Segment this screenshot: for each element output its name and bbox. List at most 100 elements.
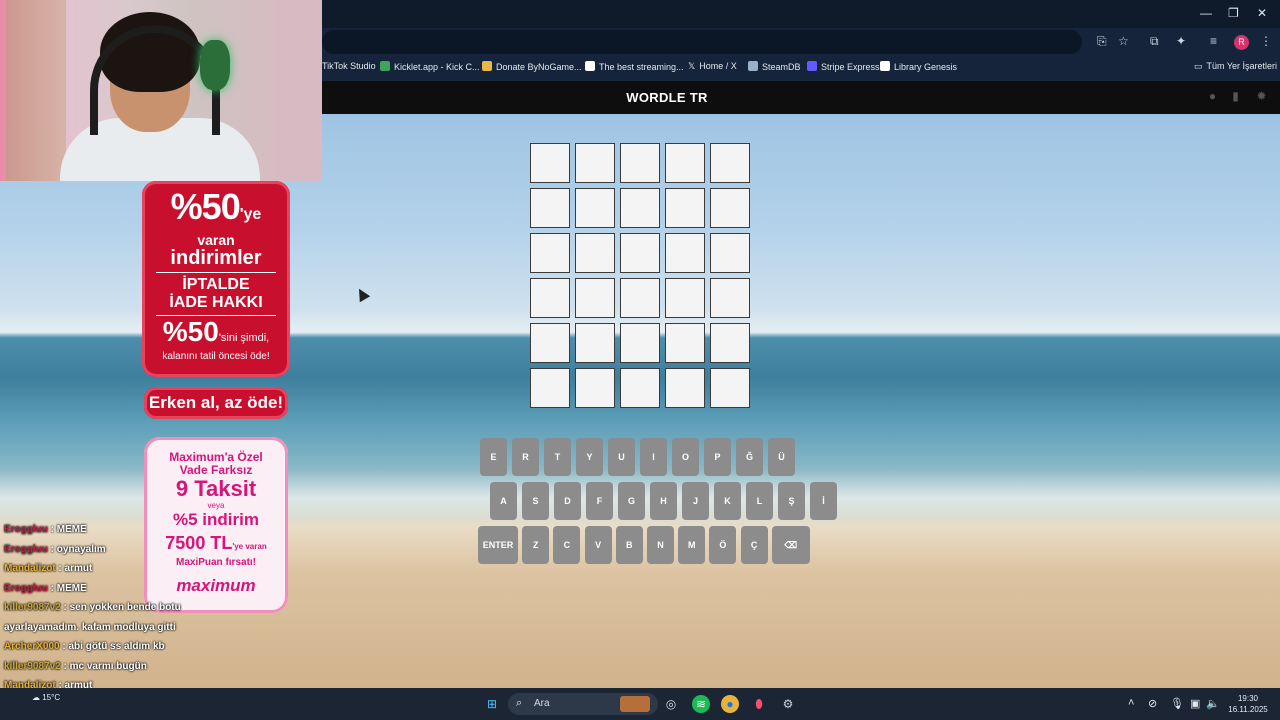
donate-icon — [482, 61, 492, 71]
bookmark-label: Home / X — [699, 61, 737, 71]
chat-message: Eroggluu : MEME — [4, 524, 87, 535]
ad-pill: Erken al, az öde! — [144, 387, 288, 419]
key-r[interactable]: R — [512, 438, 539, 476]
bookmark-streaming[interactable]: The best streaming... — [585, 61, 684, 72]
key-ş[interactable]: Ş — [778, 482, 805, 520]
maps-pin-icon[interactable]: ⬮ — [750, 695, 768, 713]
bookmark-label: Stripe Express — [821, 62, 880, 72]
backspace-key[interactable]: ⌫ — [771, 526, 810, 564]
key-h[interactable]: H — [650, 482, 677, 520]
ad-text: indirimler — [170, 247, 262, 269]
translate-icon[interactable]: ⧉ — [1150, 34, 1159, 49]
steam-icon[interactable]: ⚙ — [779, 695, 797, 713]
chat-text: : sen yokken bende botu — [60, 602, 181, 613]
chat-text: ayarlayamadım. kafam modluya gitti — [4, 621, 176, 633]
location-off-icon[interactable]: ⊘ — [1148, 697, 1157, 710]
key-ü[interactable]: Ü — [768, 438, 795, 476]
bookmark-stripe[interactable]: Stripe Express — [807, 61, 880, 72]
url-field[interactable] — [322, 30, 1082, 54]
restore-icon[interactable]: ❐ — [1228, 6, 1239, 20]
close-icon[interactable]: ✕ — [1257, 6, 1267, 20]
key-p[interactable]: P — [704, 438, 731, 476]
chat-message: ayarlayamadım. kafam modluya gitti — [4, 622, 176, 633]
key-f[interactable]: F — [586, 482, 613, 520]
key-d[interactable]: D — [554, 482, 581, 520]
key-i[interactable]: I — [640, 438, 667, 476]
spotify-icon[interactable]: ≋ — [692, 695, 710, 713]
bookmark-libgen[interactable]: Library Genesis — [880, 61, 957, 72]
info-icon[interactable]: ● — [1206, 90, 1219, 103]
key-g[interactable]: G — [618, 482, 645, 520]
windows-start-icon[interactable]: ⊞ — [483, 695, 501, 713]
chat-text: : MEME — [47, 524, 87, 535]
key-j[interactable]: J — [682, 482, 709, 520]
key-l[interactable]: L — [746, 482, 773, 520]
ad-text: İPTALDE — [182, 276, 250, 293]
taskbar: ☁ 15°C ⊞ ⌕ Ara ◎ ≋ ● ⬮ ⚙ ˄ ⊘ 🎙 ▣ 🔈 19:30… — [0, 688, 1280, 720]
key-k[interactable]: K — [714, 482, 741, 520]
bookmark-label: Library Genesis — [894, 62, 958, 72]
enter-key[interactable]: ENTER — [478, 526, 518, 564]
chat-text: : oynayalım — [47, 543, 106, 555]
search-placeholder: Ara — [534, 698, 550, 709]
board-tile — [665, 368, 705, 408]
all-bookmarks-folder[interactable]: ▭ Tüm Yer İşaretleri — [1194, 61, 1277, 72]
network-icon[interactable]: ▣ — [1190, 697, 1200, 710]
board-tile — [665, 188, 705, 228]
key-t[interactable]: T — [544, 438, 571, 476]
media-icon[interactable]: ≡ — [1210, 34, 1217, 48]
bookmark-kicklet[interactable]: Kicklet.app - Kick C... — [380, 61, 480, 72]
extensions-icon[interactable]: ✦ — [1176, 34, 1186, 48]
menu-icon[interactable]: ⋮ — [1260, 34, 1272, 48]
key-ö[interactable]: Ö — [709, 526, 737, 564]
key-b[interactable]: B — [615, 526, 643, 564]
key-u[interactable]: U — [608, 438, 635, 476]
key-z[interactable]: Z — [522, 526, 550, 564]
settings-icon[interactable]: ✹ — [1255, 90, 1268, 103]
chat-text: : MEME — [47, 582, 87, 594]
board-tile — [575, 188, 615, 228]
chevron-up-icon[interactable]: ˄ — [1128, 697, 1134, 709]
profile-avatar[interactable]: R — [1234, 35, 1249, 50]
microphone-icon[interactable]: 🎙 — [1170, 697, 1184, 710]
chat-message: Eroggluu : oynayalım — [4, 544, 106, 555]
chrome-icon[interactable]: ● — [721, 695, 739, 713]
bookmark-tiktok-studio[interactable]: TikTok Studio — [322, 61, 376, 71]
ad-headline: %50'ye — [170, 186, 262, 227]
key-a[interactable]: A — [490, 482, 517, 520]
stats-icon[interactable]: ▮ — [1229, 90, 1242, 103]
board-tile — [530, 233, 570, 273]
headphone-earcup — [200, 40, 230, 90]
bookmark-x[interactable]: 𝕏 Home / X — [688, 61, 737, 72]
key-ç[interactable]: Ç — [740, 526, 768, 564]
clock-time: 19:30 — [1237, 694, 1259, 703]
bookmark-donate[interactable]: Donate ByNoGame... — [482, 61, 582, 72]
board-tile — [710, 188, 750, 228]
key-o[interactable]: O — [672, 438, 699, 476]
bookmark-steamdb[interactable]: SteamDB — [748, 61, 801, 72]
folder-icon: ▭ — [1194, 61, 1203, 71]
key-m[interactable]: M — [678, 526, 706, 564]
kicklet-icon — [380, 61, 390, 71]
taskbar-search[interactable]: ⌕ Ara — [508, 693, 658, 715]
board-tile — [620, 278, 660, 318]
github-copilot-icon[interactable]: ◎ — [662, 695, 680, 713]
install-app-icon[interactable]: ⎘ — [1097, 34, 1107, 49]
taskbar-clock[interactable]: 19:30 16.11.2025 — [1222, 693, 1274, 715]
board-tile — [620, 188, 660, 228]
key-v[interactable]: V — [584, 526, 612, 564]
key-i̇[interactable]: İ — [810, 482, 837, 520]
key-y[interactable]: Y — [576, 438, 603, 476]
key-ğ[interactable]: Ğ — [736, 438, 763, 476]
key-n[interactable]: N — [647, 526, 674, 564]
ad-discount-panel: %50'ye varan indirimler İPTALDE İADE HAK… — [142, 181, 290, 377]
board-tile — [575, 143, 615, 183]
libgen-icon — [880, 61, 890, 71]
volume-icon[interactable]: 🔈 — [1206, 697, 1220, 710]
key-e[interactable]: E — [480, 438, 507, 476]
weather-widget[interactable]: ☁ 15°C — [32, 693, 60, 702]
bookmark-star-icon[interactable]: ☆ — [1118, 34, 1129, 48]
key-s[interactable]: S — [522, 482, 549, 520]
key-c[interactable]: C — [553, 526, 581, 564]
minimize-icon[interactable]: — — [1200, 6, 1212, 20]
